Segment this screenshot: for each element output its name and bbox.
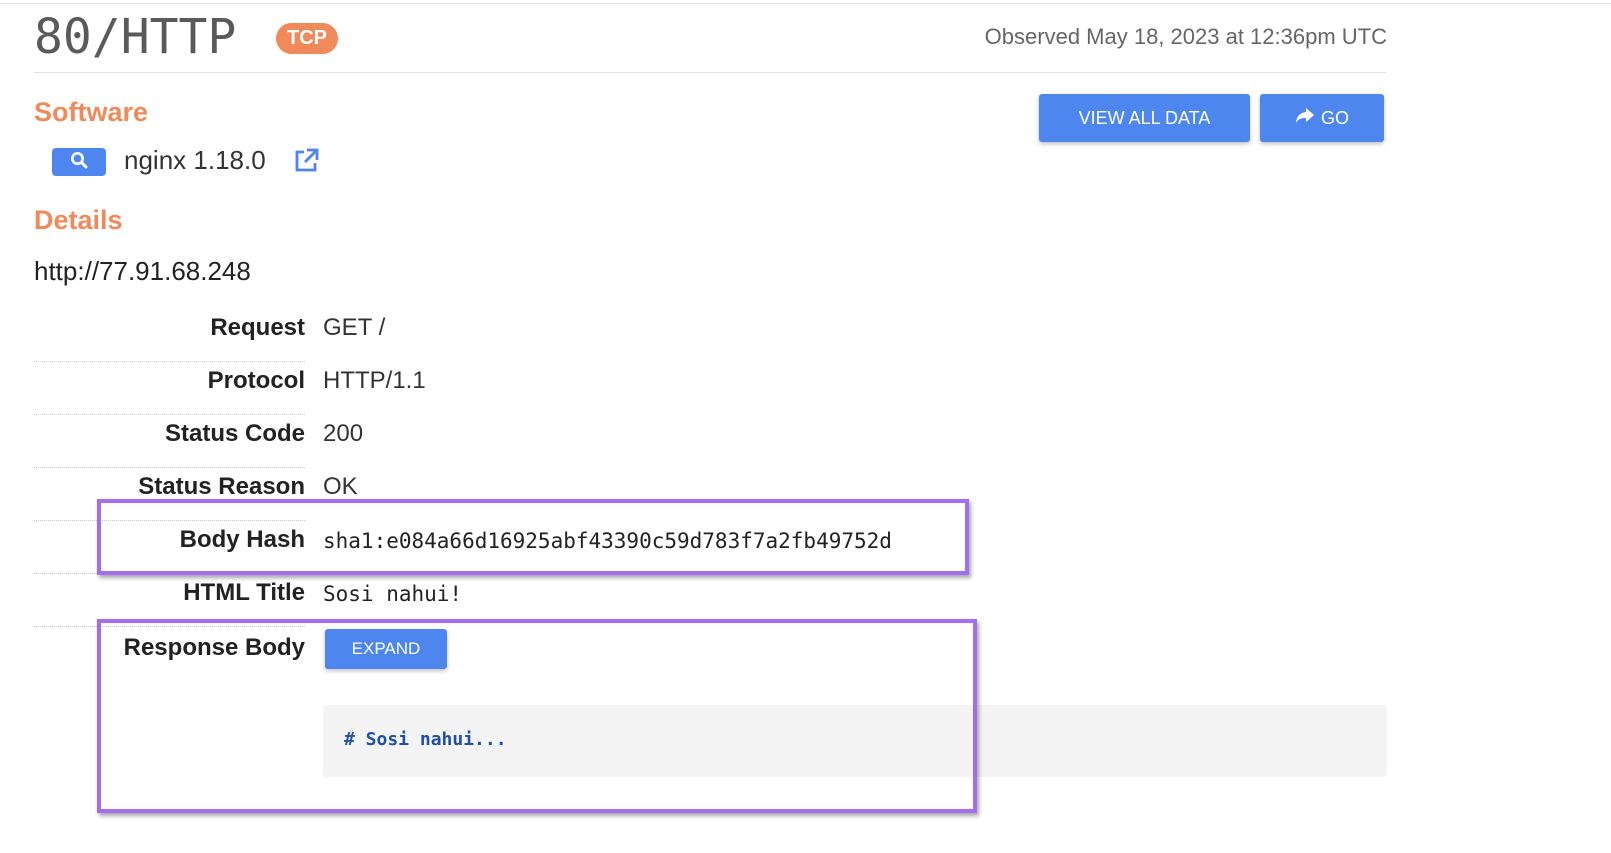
view-all-data-label: VIEW ALL DATA xyxy=(1078,107,1211,128)
row-separator xyxy=(34,414,305,416)
request-label: Request xyxy=(210,314,305,341)
port-title: 80/HTTP xyxy=(34,9,237,65)
software-search-button[interactable] xyxy=(52,148,106,176)
status-reason-value: OK xyxy=(323,473,358,500)
external-link-icon[interactable] xyxy=(292,147,320,175)
software-heading: Software xyxy=(34,97,149,127)
go-button[interactable]: GO xyxy=(1260,94,1384,142)
observed-timestamp: Observed May 18, 2023 at 12:36pm UTC xyxy=(984,24,1387,49)
highlight-box-body-hash xyxy=(97,499,969,575)
status-reason-label: Status Reason xyxy=(138,473,305,500)
search-icon xyxy=(70,151,88,174)
row-separator xyxy=(34,361,305,363)
protocol-label: Protocol xyxy=(207,367,305,394)
row-separator xyxy=(34,467,305,469)
request-value: GET / xyxy=(323,314,386,341)
view-all-data-button[interactable]: VIEW ALL DATA xyxy=(1039,94,1250,142)
details-url[interactable]: http://77.91.68.248 xyxy=(34,256,251,287)
header-divider xyxy=(34,72,1387,73)
transport-badge: TCP xyxy=(276,23,338,54)
highlight-box-response-body xyxy=(97,619,977,813)
software-name: nginx 1.18.0 xyxy=(124,145,266,175)
html-title-label: HTML Title xyxy=(183,579,305,606)
top-divider xyxy=(0,3,1611,4)
status-code-label: Status Code xyxy=(164,420,305,447)
status-code-value: 200 xyxy=(323,420,364,447)
details-heading: Details xyxy=(34,205,123,235)
html-title-value: Sosi nahui! xyxy=(323,582,463,606)
share-arrow-icon xyxy=(1295,107,1315,130)
go-label: GO xyxy=(1320,107,1349,128)
protocol-value: HTTP/1.1 xyxy=(323,367,426,394)
